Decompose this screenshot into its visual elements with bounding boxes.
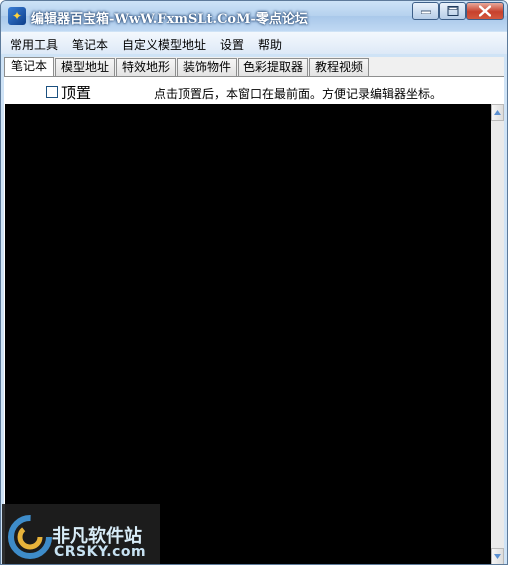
tab-tutorial-videos[interactable]: 教程视频 [309, 58, 369, 76]
tab-model-address[interactable]: 模型地址 [55, 58, 115, 76]
vertical-scrollbar[interactable] [491, 104, 504, 564]
menu-custom-model-address[interactable]: 自定义模型地址 [122, 36, 206, 53]
menu-bar: 常用工具 笔记本 自定义模型地址 设置 帮助 [1, 32, 507, 54]
scroll-down-button[interactable] [491, 548, 504, 564]
scroll-down-icon [494, 554, 501, 559]
app-logo-icon: ✦ [8, 7, 26, 25]
minimize-icon [420, 10, 431, 14]
menu-notebook[interactable]: 笔记本 [72, 36, 108, 53]
watermark-en-text: CRSKY.com [54, 544, 147, 560]
menu-common-tools[interactable]: 常用工具 [10, 36, 58, 53]
tab-decoration-objects[interactable]: 装饰物件 [177, 58, 237, 76]
app-window: ✦ 编辑器百宝箱-WwW.FxmSLt.CoM-零点论坛 常用工具 笔记本 自定… [0, 0, 508, 565]
tab-color-picker[interactable]: 色彩提取器 [238, 58, 308, 76]
tab-strip: 笔记本 模型地址 特效地形 装饰物件 色彩提取器 教程视频 [4, 57, 504, 77]
minimize-button[interactable] [412, 2, 439, 20]
menu-help[interactable]: 帮助 [258, 36, 282, 53]
scroll-up-icon [494, 110, 501, 115]
close-icon [479, 5, 491, 17]
notebook-panel: 顶置 点击顶置后，本窗口在最前面。方便记录编辑器坐标。 [4, 76, 504, 564]
tab-notebook[interactable]: 笔记本 [4, 57, 54, 77]
maximize-icon [447, 6, 458, 16]
maximize-button[interactable] [439, 2, 466, 20]
watermark: 非凡软件站 CRSKY.com [2, 504, 160, 564]
pin-checkbox-label[interactable]: 顶置 [61, 82, 91, 103]
window-title: 编辑器百宝箱-WwW.FxmSLt.CoM-零点论坛 [31, 12, 308, 27]
watermark-logo-icon [8, 515, 52, 559]
title-bar[interactable]: ✦ 编辑器百宝箱-WwW.FxmSLt.CoM-零点论坛 [1, 1, 507, 31]
tab-effect-terrain[interactable]: 特效地形 [116, 58, 176, 76]
menu-settings[interactable]: 设置 [220, 36, 244, 53]
scroll-up-button[interactable] [491, 104, 504, 121]
close-button[interactable] [466, 2, 504, 20]
pin-hint-text: 点击顶置后，本窗口在最前面。方便记录编辑器坐标。 [154, 87, 443, 101]
pin-checkbox[interactable] [46, 86, 58, 98]
notebook-text-area[interactable] [5, 104, 491, 564]
